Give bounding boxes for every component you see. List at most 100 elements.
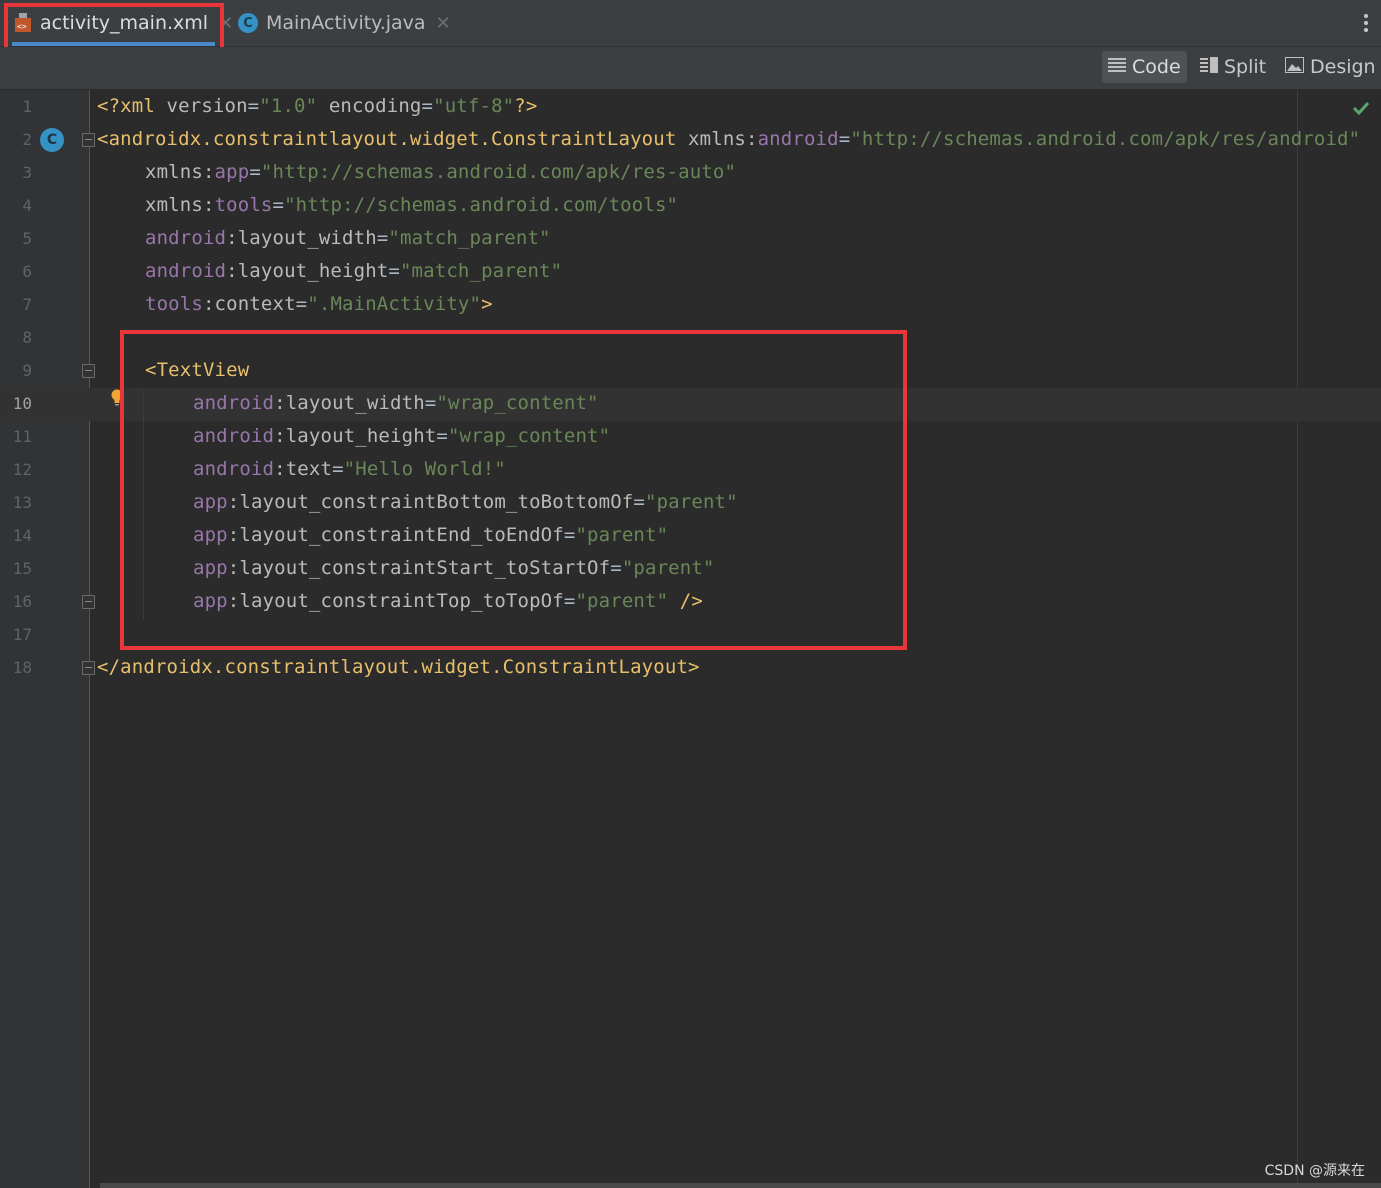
code-line[interactable]: 14 app:layout_constraintEnd_toEndOf="pare… [0,520,1381,553]
code-token: "1.0" [259,95,318,117]
code-token: tools [214,194,273,216]
code-token: > [481,293,493,315]
code-line[interactable]: 1 <?xml version="1.0" encoding="utf-8"?> [0,91,1381,124]
design-image-icon [1285,56,1304,78]
code-token: <?xml [97,95,167,117]
split-view-button[interactable]: Split [1194,51,1272,83]
code-text: <?xml version="1.0" encoding="utf-8"?> [97,95,537,117]
code-token: :layout_constraintTop_toTopOf [227,590,564,612]
design-view-label: Design [1310,56,1376,78]
code-token: ?> [514,95,538,117]
line-number: 7 [22,295,32,314]
code-text: <TextView [145,359,249,381]
watermark: CSDN @源来在 [1264,1163,1365,1179]
code-token: <androidx.constraintlayout.widget.Constr… [97,128,689,150]
active-tab-indicator [12,42,215,46]
code-line[interactable]: 12 android:text="Hello World!" [0,454,1381,487]
more-options-icon[interactable] [1363,14,1369,34]
code-line[interactable]: 4 xmlns:tools="http://schemas.android.com… [0,190,1381,223]
code-token: <TextView [145,359,250,381]
lightbulb-icon[interactable] [111,389,123,406]
line-number: 13 [12,493,32,512]
code-token: xmlns: [688,128,758,150]
code-line[interactable]: 15 app:layout_constraintStart_toStartOf="… [0,553,1381,586]
code-text: xmlns:app="http://schemas.android.com/ap… [145,161,736,183]
code-token: xmlns: [145,194,215,216]
line-number: 8 [22,328,32,347]
code-line[interactable]: 7 tools:context=".MainActivity"> [0,289,1381,322]
code-token: :layout_width [274,392,425,414]
code-line[interactable]: 13 app:layout_constraintBottom_toBottomOf… [0,487,1381,520]
code-token: = [295,293,308,315]
code-token: "parent" [575,590,669,612]
code-line[interactable]: 11 android:layout_height="wrap_content" [0,421,1381,454]
code-text: android:text="Hello World!" [193,458,506,480]
close-icon[interactable]: ✕ [436,13,451,34]
code-token: /> [679,590,703,612]
code-token: "http://schemas.android.com/apk/res/andr… [850,128,1361,150]
svg-text:<>: <> [17,22,27,31]
code-token: android [757,128,839,150]
line-number: 10 [12,394,32,413]
tab-activity-main-xml[interactable]: <> activity_main.xml ✕ [14,0,233,46]
code-text: tools:context=".MainActivity"> [145,293,493,315]
code-token: android [193,458,275,480]
code-editor[interactable]: 1 <?xml version="1.0" encoding="utf-8"?> 2… [0,90,1381,1188]
code-line[interactable]: 16 app:layout_constraintTop_toTopOf="pare… [0,586,1381,619]
line-number: 3 [22,163,32,182]
code-line[interactable]: 9 <TextView [0,355,1381,388]
code-token: tools [145,293,203,315]
horizontal-scrollbar[interactable] [100,1183,1381,1188]
code-token: app [193,524,228,546]
code-token: xmlns: [145,161,215,183]
code-line[interactable]: 8 [0,322,1381,355]
code-token: "wrap_content" [436,392,599,414]
code-token: = [424,392,437,414]
code-token: = [436,425,448,447]
code-line[interactable]: 6 android:layout_height="match_parent" [0,256,1381,289]
code-text: android:layout_height="wrap_content" [193,425,610,447]
fold-marker[interactable] [82,661,95,675]
tab-mainactivity-java[interactable]: C MainActivity.java ✕ [238,0,451,46]
code-token: = [563,590,576,612]
code-token: "match_parent" [399,260,563,282]
design-view-button[interactable]: Design [1279,51,1381,83]
xml-layout-icon: <> [14,12,32,34]
code-text: </androidx.constraintlayout.widget.Const… [97,656,700,678]
code-token: "http://schemas.android.com/apk/res-auto… [260,161,737,183]
indent-guide [143,390,144,620]
class-gutter-icon[interactable]: C [40,128,64,152]
code-token: "parent" [621,557,715,579]
code-token: app [193,491,228,513]
fold-marker[interactable] [82,133,95,147]
code-token: :context [202,293,296,315]
fold-marker[interactable] [82,364,95,378]
code-line[interactable]: 3 xmlns:app="http://schemas.android.com/a… [0,157,1381,190]
code-line[interactable]: 10 android:layout_width="wrap_content" [0,388,1381,421]
code-line[interactable]: 18 </androidx.constraintlayout.widget.Con… [0,652,1381,685]
code-token: "utf-8" [433,95,515,117]
code-line[interactable]: 2 <androidx.constraintlayout.widget.Const… [0,124,1381,157]
code-token: = [249,161,261,183]
code-line[interactable]: 5 android:layout_width="match_parent" [0,223,1381,256]
tab-label: MainActivity.java [266,12,426,34]
line-number: 12 [12,460,32,479]
close-icon[interactable]: ✕ [218,13,233,34]
fold-marker[interactable] [82,595,95,609]
code-view-button[interactable]: Code [1102,51,1187,83]
line-number: 15 [12,559,32,578]
code-token: </androidx.constraintlayout.widget.Const… [97,656,700,678]
code-token: = [388,260,400,282]
code-token: "Hello World!" [343,458,506,480]
code-token: "parent" [645,491,738,513]
code-text: android:layout_width="match_parent" [145,227,551,249]
code-text: app:layout_constraintBottom_toBottomOf="… [193,491,738,513]
code-token: = [421,95,434,117]
split-view-label: Split [1224,56,1267,78]
code-token: version [166,95,248,117]
code-token: android [145,227,227,249]
code-token: "match_parent" [388,227,551,249]
code-token: :layout_constraintStart_toStartOf [227,557,611,579]
code-line[interactable]: 17 [0,619,1381,652]
java-class-icon: C [238,13,258,33]
